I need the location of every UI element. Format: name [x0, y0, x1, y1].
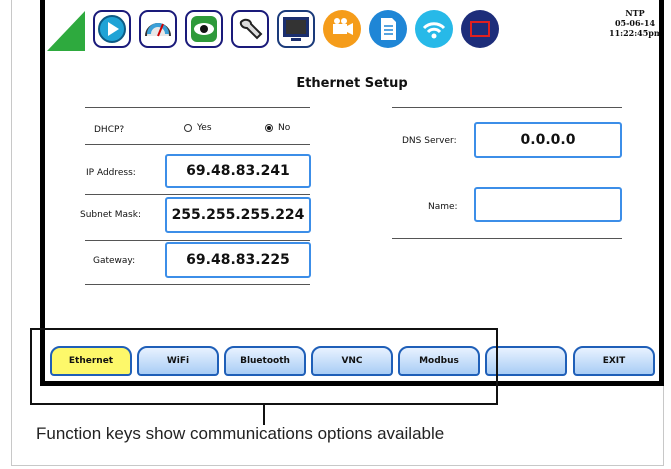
callout-line	[263, 405, 265, 425]
radio-dot	[184, 124, 192, 132]
dhcp-no-radio[interactable]: No	[265, 123, 290, 133]
clock-sync: NTP	[625, 8, 645, 18]
figure-caption: Function keys show communications option…	[36, 424, 445, 443]
gateway-field[interactable]: 69.48.83.225	[165, 242, 311, 278]
clock-display: NTP 05-06-14 11:22:45pm	[609, 8, 659, 38]
subnet-mask-label: Subnet Mask:	[80, 210, 141, 220]
monitor-icon[interactable]	[277, 10, 315, 48]
callout-box	[30, 328, 498, 405]
name-label: Name:	[428, 202, 458, 212]
ip-address-label: IP Address:	[86, 168, 136, 178]
screen-content: NTP 05-06-14 11:22:45pm Ethernet Setup D…	[45, 0, 659, 381]
gateway-label: Gateway:	[93, 256, 136, 266]
divider	[392, 107, 622, 108]
gauge-icon[interactable]	[139, 10, 177, 48]
play-icon[interactable]	[93, 10, 131, 48]
wifi-icon[interactable]	[415, 10, 453, 48]
radio-dot-selected	[265, 124, 273, 132]
dhcp-yes-label: Yes	[197, 123, 212, 133]
clock-date: 05-06-14	[614, 18, 656, 28]
top-toolbar: NTP 05-06-14 11:22:45pm	[45, 0, 659, 58]
dns-server-label: DNS Server:	[402, 136, 457, 146]
divider	[85, 107, 310, 108]
divider	[392, 238, 622, 239]
dhcp-yes-radio[interactable]: Yes	[184, 123, 212, 133]
subnet-mask-field[interactable]: 255.255.255.224	[165, 197, 311, 233]
clock-time: 11:22:45pm	[609, 28, 659, 38]
ip-address-field[interactable]: 69.48.83.241	[165, 154, 311, 188]
name-field[interactable]	[474, 187, 622, 222]
dhcp-no-label: No	[278, 123, 291, 133]
page-title: Ethernet Setup	[296, 76, 408, 91]
logo-icon	[47, 11, 85, 51]
divider	[85, 144, 310, 145]
wrench-icon[interactable]	[231, 10, 269, 48]
document-icon[interactable]	[369, 10, 407, 48]
divider	[85, 284, 310, 285]
dns-server-field[interactable]: 0.0.0.0	[474, 122, 622, 158]
divider	[85, 240, 310, 241]
divider	[85, 194, 310, 195]
window-icon[interactable]	[461, 10, 499, 48]
dhcp-label: DHCP?	[94, 125, 125, 135]
fkey-exit[interactable]: EXIT	[573, 346, 655, 376]
eye-icon[interactable]	[185, 10, 223, 48]
camera-icon[interactable]	[323, 10, 361, 48]
